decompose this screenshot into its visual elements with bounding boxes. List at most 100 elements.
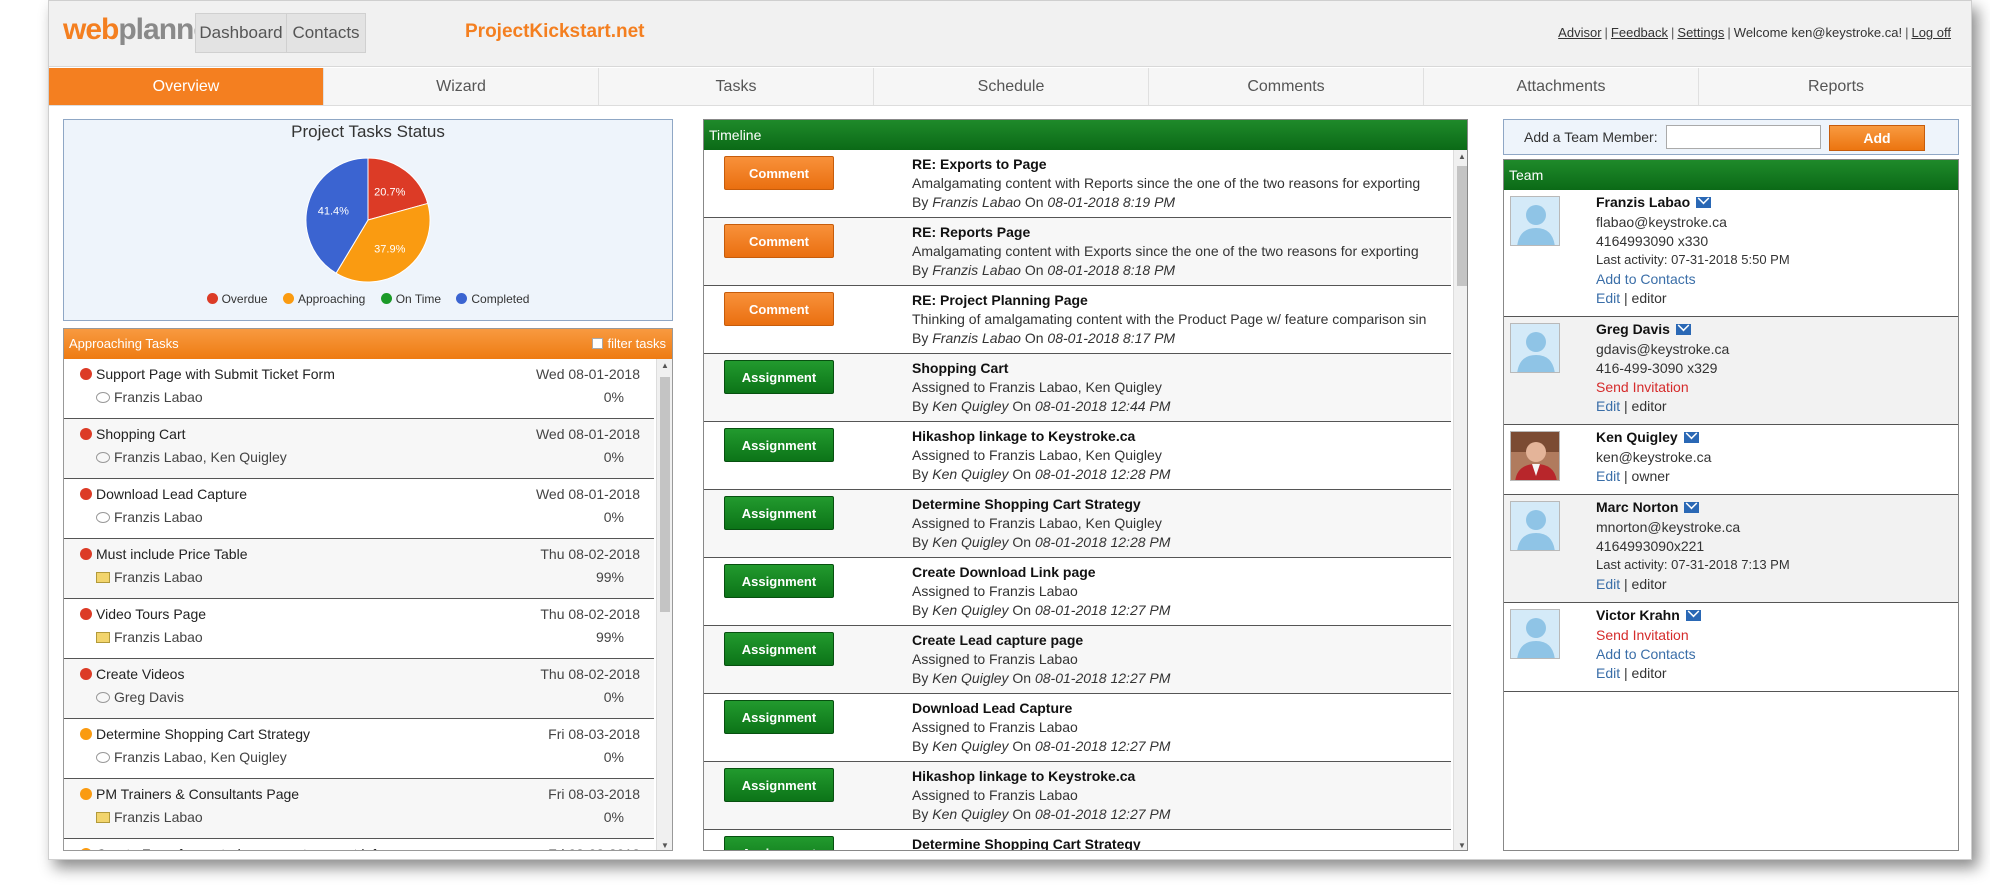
timeline-item-title[interactable]: RE: Project Planning Page bbox=[912, 292, 1088, 308]
assignment-button[interactable]: Assignment bbox=[724, 632, 834, 666]
task-name[interactable]: Video Tours Page bbox=[96, 606, 206, 622]
mail-icon[interactable] bbox=[1683, 432, 1699, 443]
tab-comments[interactable]: Comments bbox=[1148, 68, 1423, 105]
timeline-scrollbar[interactable]: ▲ ▼ bbox=[1453, 150, 1467, 850]
task-row[interactable]: PM Trainers & Consultants Page Fri 08-03-… bbox=[64, 779, 654, 839]
settings-link[interactable]: Settings bbox=[1677, 25, 1724, 40]
advisor-link[interactable]: Advisor bbox=[1558, 25, 1601, 40]
timeline-item-desc: Amalgamating content with Exports since … bbox=[912, 243, 1419, 259]
task-name[interactable]: Shopping Cart bbox=[96, 426, 186, 442]
tab-overview[interactable]: Overview bbox=[49, 68, 323, 105]
mail-icon[interactable] bbox=[1685, 610, 1701, 621]
task-name[interactable]: PM Trainers & Consultants Page bbox=[96, 786, 299, 802]
timeline-item-title[interactable]: Hikashop linkage to Keystroke.ca bbox=[912, 428, 1135, 444]
dashboard-button[interactable]: Dashboard bbox=[195, 13, 287, 53]
timeline-item-byline: By Ken Quigley On 08-01-2018 12:27 PM bbox=[912, 738, 1171, 754]
tab-reports[interactable]: Reports bbox=[1698, 68, 1971, 105]
timeline-item-byline: By Ken Quigley On 08-01-2018 12:44 PM bbox=[912, 398, 1171, 414]
app-window: webplanner® Dashboard Contacts ProjectKi… bbox=[48, 0, 1972, 860]
team-member-input[interactable] bbox=[1666, 125, 1821, 149]
task-name[interactable]: Must include Price Table bbox=[96, 546, 247, 562]
assignment-button[interactable]: Assignment bbox=[724, 836, 834, 850]
scroll-up-icon[interactable]: ▲ bbox=[1454, 152, 1467, 161]
timeline-item-title[interactable]: Create Lead capture page bbox=[912, 632, 1083, 648]
timeline-item-author: Franzis Labao bbox=[932, 262, 1021, 278]
task-assignees: Greg Davis bbox=[114, 689, 185, 705]
task-row[interactable]: Create Videos Thu 08-02-2018 Greg Davis 0% bbox=[64, 659, 654, 719]
task-assignees: Franzis Labao bbox=[114, 569, 203, 585]
timeline-item-title[interactable]: RE: Reports Page bbox=[912, 224, 1030, 240]
edit-member-link[interactable]: Edit bbox=[1596, 576, 1620, 592]
add-to-contacts-link[interactable]: Add to Contacts bbox=[1596, 646, 1696, 662]
task-name[interactable]: Create Videos bbox=[96, 666, 184, 682]
task-row[interactable]: Download Lead Capture Wed 08-01-2018 Franz… bbox=[64, 479, 654, 539]
legend-approaching[interactable]: Approaching bbox=[282, 292, 365, 306]
assignment-button[interactable]: Assignment bbox=[724, 564, 834, 598]
mail-icon[interactable] bbox=[1696, 197, 1712, 208]
assignment-button[interactable]: Assignment bbox=[724, 360, 834, 394]
legend-ontime[interactable]: On Time bbox=[380, 292, 441, 306]
tab-attachments[interactable]: Attachments bbox=[1423, 68, 1698, 105]
timeline-item-byline: By Ken Quigley On 08-01-2018 12:28 PM bbox=[912, 466, 1171, 482]
comment-button[interactable]: Comment bbox=[724, 156, 834, 190]
timeline-item-title[interactable]: Create Download Link page bbox=[912, 564, 1096, 580]
comment-button[interactable]: Comment bbox=[724, 224, 834, 258]
task-row[interactable]: Must include Price Table Thu 08-02-2018 Fr… bbox=[64, 539, 654, 599]
add-team-member-bar: Add a Team Member: Add bbox=[1503, 119, 1959, 155]
legend-overdue[interactable]: Overdue bbox=[206, 292, 268, 306]
timeline-item-title[interactable]: Determine Shopping Cart Strategy bbox=[912, 836, 1141, 850]
task-name[interactable]: Download Lead Capture bbox=[96, 486, 247, 502]
edit-member-link[interactable]: Edit bbox=[1596, 290, 1620, 306]
mail-icon[interactable] bbox=[1684, 502, 1700, 513]
tab-wizard[interactable]: Wizard bbox=[323, 68, 598, 105]
edit-member-link[interactable]: Edit bbox=[1596, 665, 1620, 681]
task-row[interactable]: Shopping Cart Wed 08-01-2018 Franzis Labao… bbox=[64, 419, 654, 479]
tab-schedule[interactable]: Schedule bbox=[873, 68, 1148, 105]
task-name[interactable]: Determine Shopping Cart Strategy bbox=[96, 726, 310, 742]
assignment-button[interactable]: Assignment bbox=[724, 496, 834, 530]
status-legend: Overdue Approaching On Time Completed bbox=[64, 292, 672, 306]
assignment-button[interactable]: Assignment bbox=[724, 428, 834, 462]
feedback-link[interactable]: Feedback bbox=[1611, 25, 1668, 40]
legend-completed[interactable]: Completed bbox=[456, 292, 529, 306]
timeline-item-author: Ken Quigley bbox=[932, 738, 1009, 754]
send-invitation-link[interactable]: Send Invitation bbox=[1596, 627, 1689, 643]
send-invitation-link[interactable]: Send Invitation bbox=[1596, 379, 1689, 395]
task-row[interactable]: Create Form for capturing support reques… bbox=[64, 839, 654, 850]
task-assignees: Franzis Labao, Ken Quigley bbox=[114, 449, 287, 465]
timeline-item-title[interactable]: Hikashop linkage to Keystroke.ca bbox=[912, 768, 1135, 784]
filter-tasks-checkbox[interactable]: filter tasks bbox=[592, 329, 666, 359]
assignment-button[interactable]: Assignment bbox=[724, 700, 834, 734]
task-name[interactable]: Support Page with Submit Ticket Form bbox=[96, 366, 335, 382]
project-name[interactable]: ProjectKickstart.net bbox=[465, 21, 645, 43]
timeline-item-time: 08-01-2018 12:28 PM bbox=[1034, 534, 1171, 550]
tab-tasks[interactable]: Tasks bbox=[598, 68, 873, 105]
comment-button[interactable]: Comment bbox=[724, 292, 834, 326]
add-to-contacts-link[interactable]: Add to Contacts bbox=[1596, 271, 1696, 287]
scroll-up-icon[interactable]: ▲ bbox=[657, 361, 672, 370]
contacts-button[interactable]: Contacts bbox=[286, 13, 366, 53]
edit-member-link[interactable]: Edit bbox=[1596, 468, 1620, 484]
timeline-item-title[interactable]: Download Lead Capture bbox=[912, 700, 1072, 716]
scroll-down-icon[interactable]: ▼ bbox=[1454, 841, 1467, 850]
tasks-scroll-thumb[interactable] bbox=[660, 377, 670, 612]
timeline-item-title[interactable]: Shopping Cart bbox=[912, 360, 1008, 376]
timeline-item-time: 08-01-2018 12:27 PM bbox=[1034, 602, 1171, 618]
edit-member-link[interactable]: Edit bbox=[1596, 398, 1620, 414]
scroll-down-icon[interactable]: ▼ bbox=[657, 841, 672, 850]
mail-icon[interactable] bbox=[1675, 324, 1691, 335]
approaching-task-list: Support Page with Submit Ticket Form Wed … bbox=[64, 359, 654, 850]
timeline-scroll-thumb[interactable] bbox=[1457, 166, 1467, 286]
timeline-item-title[interactable]: Determine Shopping Cart Strategy bbox=[912, 496, 1141, 512]
task-row[interactable]: Support Page with Submit Ticket Form Wed … bbox=[64, 359, 654, 419]
timeline-item-author: Ken Quigley bbox=[932, 398, 1009, 414]
task-name[interactable]: Create Form for capturing support reques… bbox=[96, 846, 384, 850]
member-role-line: Edit | owner bbox=[1596, 468, 1670, 484]
assignment-button[interactable]: Assignment bbox=[724, 768, 834, 802]
logoff-link[interactable]: Log off bbox=[1911, 25, 1951, 40]
add-member-button[interactable]: Add bbox=[1829, 125, 1925, 151]
tasks-scrollbar[interactable]: ▲ ▼ bbox=[656, 359, 672, 850]
task-row[interactable]: Video Tours Page Thu 08-02-2018 Franzis La… bbox=[64, 599, 654, 659]
task-row[interactable]: Determine Shopping Cart Strategy Fri 08-0… bbox=[64, 719, 654, 779]
timeline-item-title[interactable]: RE: Exports to Page bbox=[912, 156, 1047, 172]
